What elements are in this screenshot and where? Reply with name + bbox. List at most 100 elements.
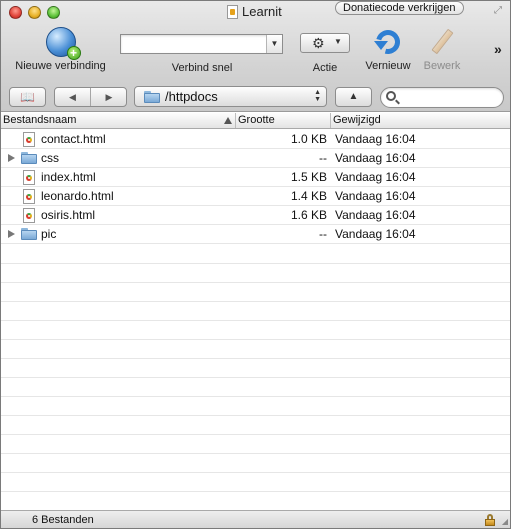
row-separator — [1, 301, 510, 302]
row-separator — [1, 491, 510, 492]
column-header-modified[interactable]: Gewijzigd — [331, 113, 510, 128]
window-controls — [9, 6, 60, 19]
gear-icon: ⚙ — [312, 35, 325, 51]
sort-ascending-icon — [224, 117, 232, 124]
file-modified: Vandaag 16:04 — [335, 132, 416, 146]
up-arrow-icon: ▲ — [348, 91, 359, 102]
row-separator — [1, 453, 510, 454]
search-icon — [386, 91, 396, 101]
bookmarks-button[interactable]: 📖 — [9, 87, 46, 107]
column-header-size[interactable]: Grootte — [236, 113, 331, 128]
document-icon — [227, 4, 238, 19]
quick-connect-label: Verbind snel — [152, 59, 252, 74]
row-separator — [1, 282, 510, 283]
table-row[interactable]: contact.html 1.0 KB Vandaag 16:04 — [1, 130, 510, 149]
refresh-button[interactable]: Vernieuw — [362, 25, 414, 72]
column-header-name[interactable]: Bestandsnaam — [1, 113, 236, 128]
parent-directory-button[interactable]: ▲ — [335, 87, 372, 107]
forward-button[interactable]: ▶ — [91, 88, 127, 106]
row-separator — [1, 396, 510, 397]
back-button[interactable]: ◀ — [55, 88, 91, 106]
file-modified: Vandaag 16:04 — [335, 189, 416, 203]
close-button[interactable] — [9, 6, 22, 19]
table-row[interactable]: css -- Vandaag 16:04 — [1, 149, 510, 168]
html-file-icon — [23, 132, 35, 147]
window-title-group: Learnit — [227, 4, 282, 19]
row-separator — [1, 415, 510, 416]
column-header-modified-label: Gewijzigd — [333, 114, 381, 126]
status-bar: 6 Bestanden ◢ — [1, 510, 510, 528]
action-label: Actie — [300, 59, 350, 74]
row-separator — [1, 358, 510, 359]
quick-connect-label-text: Verbind snel — [171, 62, 233, 74]
folder-icon — [144, 91, 160, 103]
refresh-icon — [371, 25, 405, 59]
path-text: /httpdocs — [165, 89, 218, 104]
new-connection-button[interactable]: + Nieuwe verbinding — [9, 27, 112, 72]
updown-chevron-icon: ▲ ▼ — [314, 89, 321, 103]
fullscreen-icon[interactable]: ⤢ — [494, 6, 504, 16]
row-separator — [1, 377, 510, 378]
row-separator — [1, 320, 510, 321]
disclosure-triangle-icon[interactable] — [8, 230, 15, 238]
file-size: 1.6 KB — [290, 208, 327, 222]
resize-grip-icon[interactable]: ◢ — [502, 517, 508, 526]
path-selector[interactable]: /httpdocs ▲ ▼ — [134, 86, 327, 107]
file-list: contact.html 1.0 KB Vandaag 16:04 css --… — [1, 130, 510, 510]
row-separator — [1, 339, 510, 340]
folder-icon — [21, 152, 37, 164]
quick-connect-combobox[interactable]: ▼ — [120, 34, 283, 54]
pencil-icon — [427, 27, 457, 57]
minimize-button[interactable] — [28, 6, 41, 19]
edit-label: Bewerk — [423, 60, 461, 72]
disclosure-triangle-icon[interactable] — [8, 154, 15, 162]
file-name: index.html — [41, 170, 96, 184]
search-input[interactable] — [401, 90, 497, 105]
file-count: 6 Bestanden — [32, 514, 94, 526]
action-label-text: Actie — [312, 62, 338, 74]
html-file-icon — [23, 170, 35, 185]
new-connection-label: Nieuwe verbinding — [15, 60, 106, 72]
toolbar-overflow-icon[interactable]: » — [494, 41, 502, 57]
file-modified: Vandaag 16:04 — [335, 170, 416, 184]
table-row[interactable]: leonardo.html 1.4 KB Vandaag 16:04 — [1, 187, 510, 206]
search-field[interactable] — [380, 87, 504, 108]
file-modified: Vandaag 16:04 — [335, 151, 416, 165]
file-modified: Vandaag 16:04 — [335, 227, 416, 241]
file-size: -- — [319, 227, 327, 241]
globe-plus-icon: + — [45, 27, 81, 60]
html-file-icon — [23, 189, 35, 204]
chevron-down-icon[interactable]: ▼ — [266, 35, 282, 53]
file-size: -- — [319, 151, 327, 165]
chevron-down-icon: ▼ — [334, 37, 342, 46]
file-name: pic — [41, 227, 57, 241]
history-nav: ◀ ▶ — [54, 87, 127, 107]
html-file-icon — [23, 208, 35, 223]
lock-icon[interactable] — [485, 514, 495, 526]
file-name: contact.html — [41, 132, 106, 146]
column-header-size-label: Grootte — [238, 114, 275, 126]
file-size: 1.4 KB — [290, 189, 327, 203]
table-row[interactable]: pic -- Vandaag 16:04 — [1, 225, 510, 244]
window-title: Learnit — [242, 4, 282, 19]
folder-icon — [21, 228, 37, 240]
action-menu-button[interactable]: ⚙ ▼ — [300, 33, 350, 53]
refresh-label: Vernieuw — [365, 60, 411, 72]
file-size: 1.0 KB — [290, 132, 327, 146]
book-icon: 📖 — [20, 90, 35, 104]
row-separator — [1, 263, 510, 264]
file-size: 1.5 KB — [290, 170, 327, 184]
edit-button[interactable]: Bewerk — [419, 27, 465, 72]
file-modified: Vandaag 16:04 — [335, 208, 416, 222]
donate-button[interactable]: Donatiecode verkrijgen — [335, 1, 464, 15]
row-separator — [1, 472, 510, 473]
table-row[interactable]: index.html 1.5 KB Vandaag 16:04 — [1, 168, 510, 187]
table-row[interactable]: osiris.html 1.6 KB Vandaag 16:04 — [1, 206, 510, 225]
app-window: Learnit Donatiecode verkrijgen ⤢ + Nieuw… — [0, 0, 511, 529]
file-name: leonardo.html — [41, 189, 114, 203]
file-name: osiris.html — [41, 208, 96, 222]
column-header-name-label: Bestandsnaam — [3, 114, 77, 126]
file-name: css — [41, 151, 59, 165]
zoom-button[interactable] — [47, 6, 60, 19]
toolbar-area: Learnit Donatiecode verkrijgen ⤢ + Nieuw… — [1, 1, 510, 112]
